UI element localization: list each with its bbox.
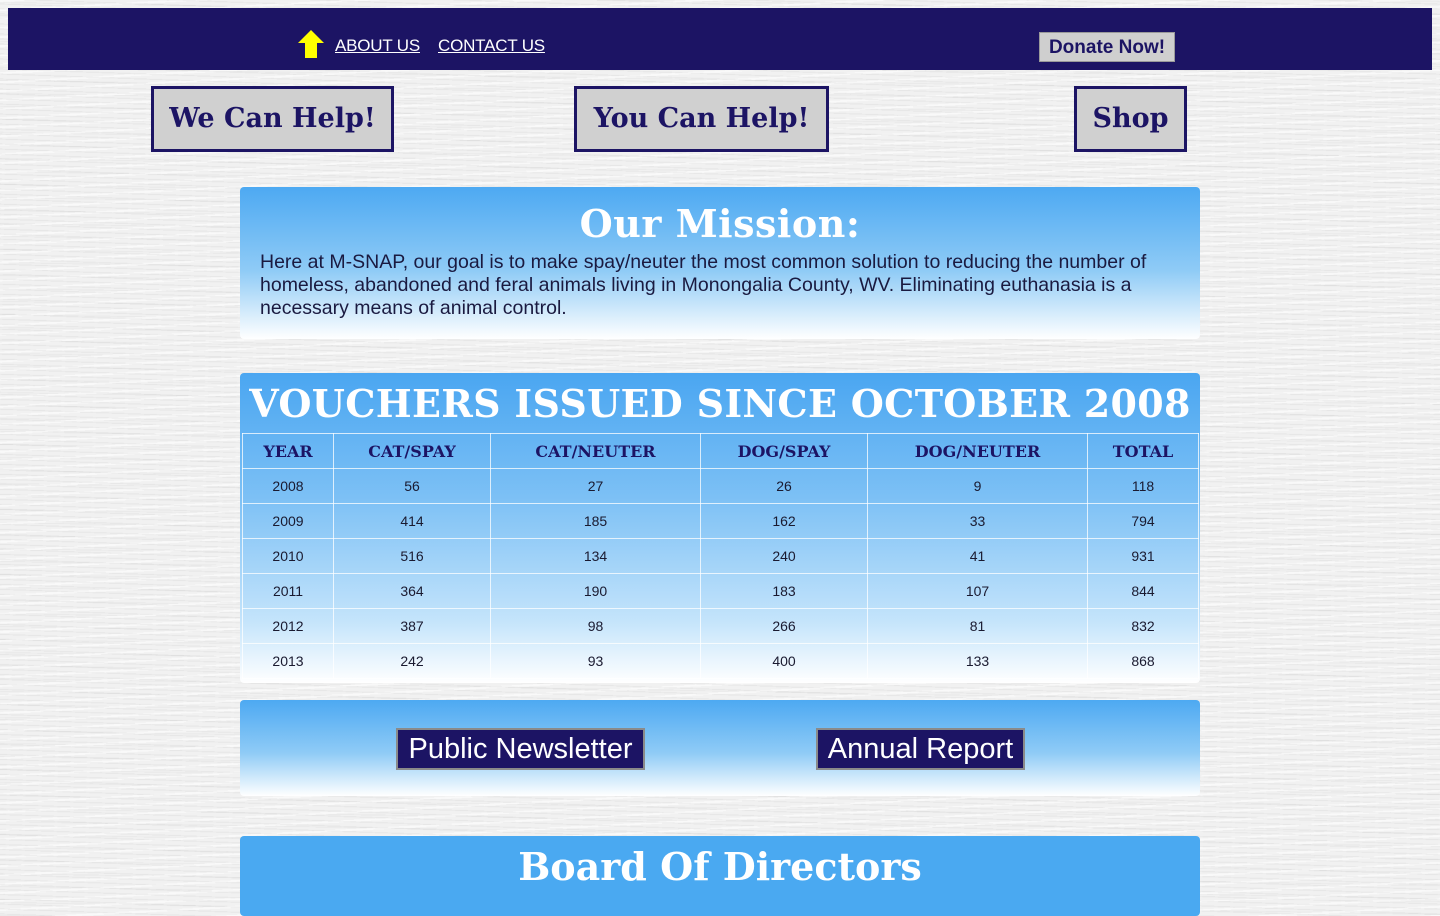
table-cell: 81 (867, 608, 1088, 644)
reports-panel: Public Newsletter Annual Report (240, 700, 1200, 796)
table-cell: 183 (700, 573, 868, 609)
table-cell: 2013 (242, 643, 334, 679)
table-cell: 107 (867, 573, 1088, 609)
table-cell: 2010 (242, 538, 334, 574)
table-cell: 190 (490, 573, 701, 609)
table-row: 2011 364 190 183 107 844 (242, 573, 1199, 609)
table-header-row: YEAR CAT/SPAY CAT/NEUTER DOG/SPAY DOG/NE… (242, 433, 1199, 469)
table-cell: 240 (700, 538, 868, 574)
annual-report-button[interactable]: Annual Report (816, 728, 1025, 770)
table-cell: 98 (490, 608, 701, 644)
you-can-help-button[interactable]: You Can Help! (574, 86, 829, 152)
table-cell: 400 (700, 643, 868, 679)
table-row: 2009 414 185 162 33 794 (242, 503, 1199, 539)
top-nav-bar: ABOUT US CONTACT US Donate Now! (8, 8, 1432, 70)
table-cell: 2011 (242, 573, 334, 609)
table-cell: 2008 (242, 468, 334, 504)
table-cell: 832 (1087, 608, 1199, 644)
table-cell: 2012 (242, 608, 334, 644)
vouchers-panel: VOUCHERS ISSUED SINCE OCTOBER 2008 YEAR … (240, 373, 1200, 683)
table-cell: 516 (333, 538, 491, 574)
column-header: CAT/NEUTER (490, 433, 701, 469)
column-header: DOG/NEUTER (867, 433, 1088, 469)
donate-now-button[interactable]: Donate Now! (1039, 32, 1175, 62)
table-cell: 41 (867, 538, 1088, 574)
column-header: CAT/SPAY (333, 433, 491, 469)
table-cell: 162 (700, 503, 868, 539)
column-header: DOG/SPAY (700, 433, 868, 469)
board-panel: Board Of Directors (240, 836, 1200, 916)
board-title: Board Of Directors (518, 844, 922, 889)
contact-us-link[interactable]: CONTACT US (438, 36, 545, 56)
we-can-help-button[interactable]: We Can Help! (151, 86, 394, 152)
table-row: 2013 242 93 400 133 868 (242, 643, 1199, 679)
table-cell: 931 (1087, 538, 1199, 574)
vouchers-title: VOUCHERS ISSUED SINCE OCTOBER 2008 (249, 381, 1191, 426)
table-cell: 133 (867, 643, 1088, 679)
column-header: YEAR (242, 433, 334, 469)
table-cell: 93 (490, 643, 701, 679)
table-row: 2008 56 27 26 9 118 (242, 468, 1199, 504)
table-cell: 387 (333, 608, 491, 644)
mission-text: Here at M-SNAP, our goal is to make spay… (260, 251, 1147, 319)
mission-panel: Our Mission: Here at M-SNAP, our goal is… (240, 187, 1200, 339)
table-cell: 414 (333, 503, 491, 539)
table-cell: 26 (700, 468, 868, 504)
table-cell: 56 (333, 468, 491, 504)
shop-button[interactable]: Shop (1074, 86, 1187, 152)
table-cell: 118 (1087, 468, 1199, 504)
mission-title: Our Mission: (579, 201, 861, 246)
table-cell: 844 (1087, 573, 1199, 609)
table-cell: 364 (333, 573, 491, 609)
table-cell: 2009 (242, 503, 334, 539)
table-cell: 185 (490, 503, 701, 539)
table-cell: 794 (1087, 503, 1199, 539)
about-us-link[interactable]: ABOUT US (335, 36, 420, 56)
table-cell: 266 (700, 608, 868, 644)
up-arrow-home-icon[interactable] (298, 30, 324, 58)
column-header: TOTAL (1087, 433, 1199, 469)
table-cell: 9 (867, 468, 1088, 504)
table-row: 2010 516 134 240 41 931 (242, 538, 1199, 574)
table-cell: 868 (1087, 643, 1199, 679)
table-cell: 33 (867, 503, 1088, 539)
vouchers-table: YEAR CAT/SPAY CAT/NEUTER DOG/SPAY DOG/NE… (242, 433, 1199, 679)
table-row: 2012 387 98 266 81 832 (242, 608, 1199, 644)
table-cell: 27 (490, 468, 701, 504)
public-newsletter-button[interactable]: Public Newsletter (396, 728, 645, 770)
table-cell: 134 (490, 538, 701, 574)
table-cell: 242 (333, 643, 491, 679)
